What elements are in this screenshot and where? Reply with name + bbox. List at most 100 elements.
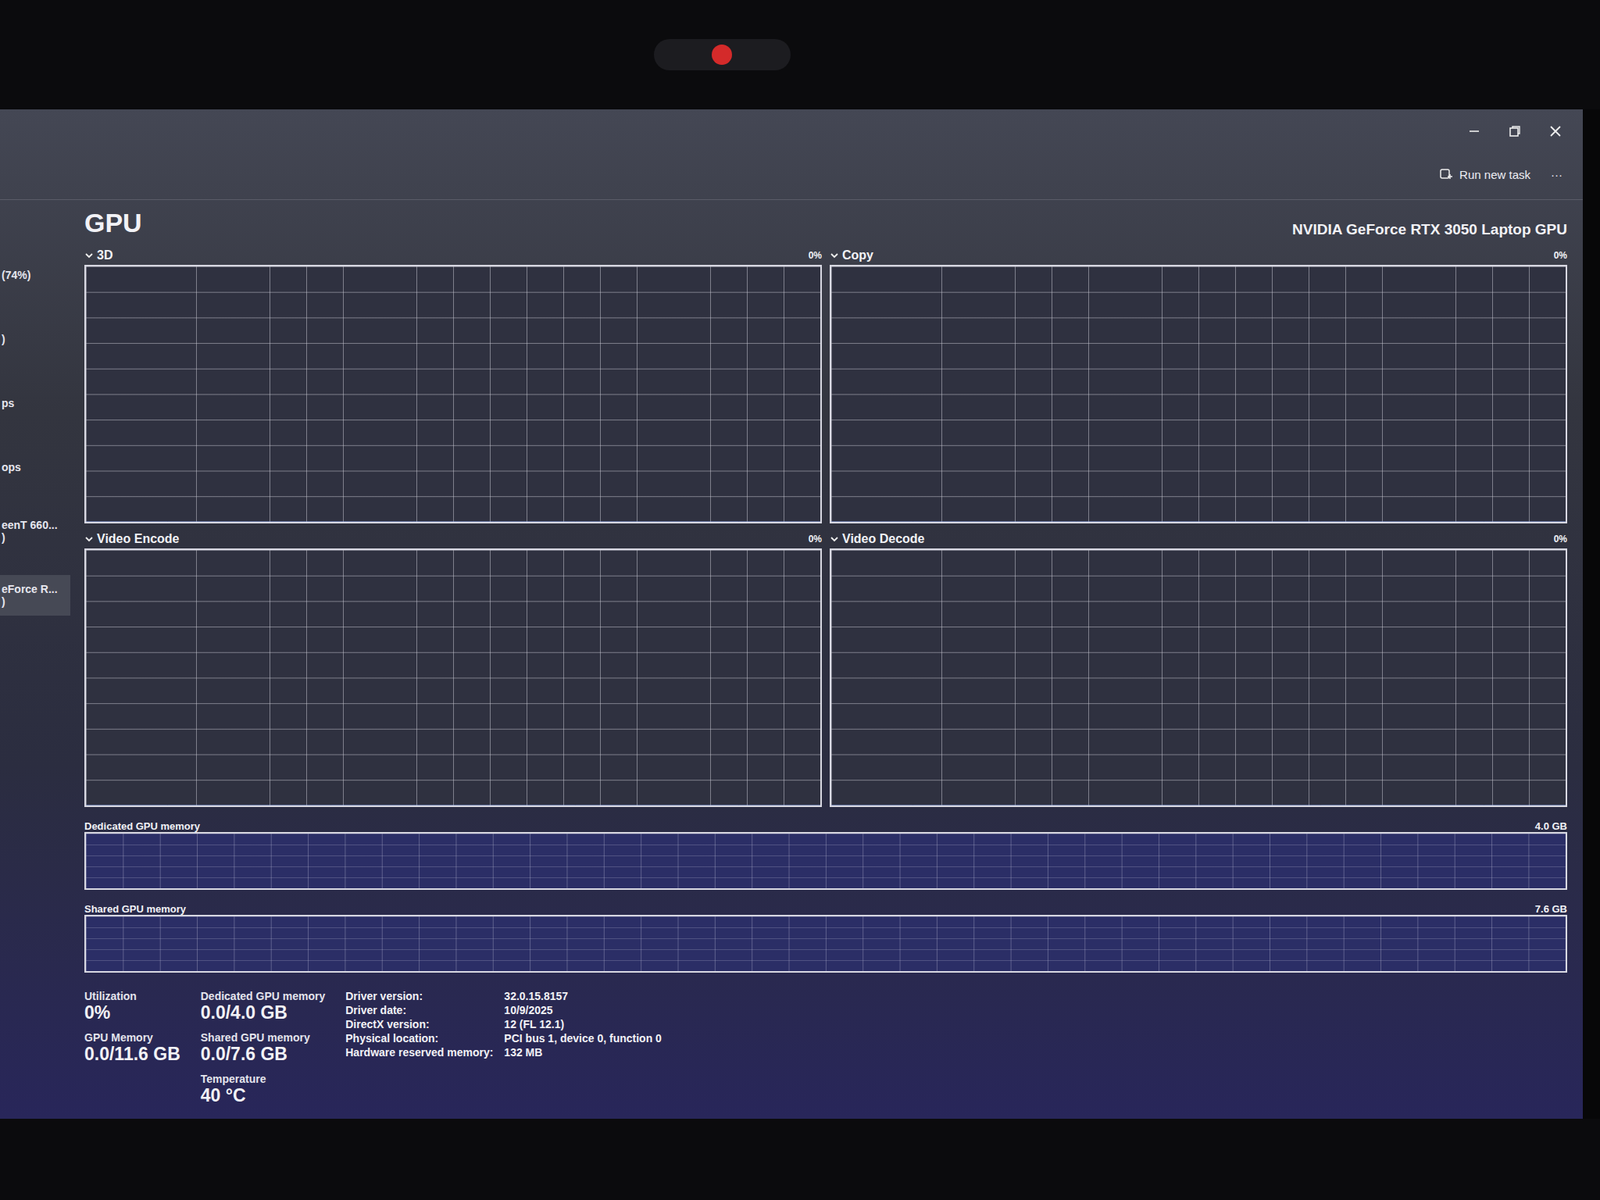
graph-line <box>831 521 1566 523</box>
sidebar-item-text: (74%) <box>1 268 68 282</box>
graph-label[interactable]: 3D <box>84 248 113 263</box>
graph: Video Encode 0% <box>84 529 822 808</box>
sidebar-item-text: ) <box>1 595 68 608</box>
stat-column: Utilization0% GPU Memory0.0/11.6 GB <box>84 989 181 1107</box>
graph-plot <box>829 548 1568 808</box>
sidebar-item[interactable]: ) <box>0 318 71 360</box>
graph-header: Copy 0% <box>829 246 1568 265</box>
device-name: NVIDIA GeForce RTX 3050 Laptop GPU <box>1292 221 1568 239</box>
graph-reading: 0% <box>1553 533 1568 545</box>
sidebar-item-text: ) <box>1 531 68 544</box>
graph-label[interactable]: Video Encode <box>84 532 180 547</box>
sidebar-item-text: ops <box>1 460 68 474</box>
graph-reading: 0% <box>808 533 822 545</box>
sidebar-item-text: eenT 660... <box>1 518 68 532</box>
detail-value: 32.0.15.8157 <box>503 989 662 1003</box>
graph-plot <box>84 548 822 808</box>
body: (74%))psopseenT 660...)eForce R...)GPUNV… <box>0 200 1583 1119</box>
memory-bar <box>84 832 1568 890</box>
graph: Copy 0% <box>829 246 1568 524</box>
graph-line-chart <box>831 550 1566 806</box>
chevron-icon[interactable] <box>829 534 840 544</box>
sidebar-item[interactable]: (74%) <box>0 254 71 296</box>
detail-label: Driver date: <box>345 1003 493 1017</box>
sidebar-item[interactable]: eForce R...) <box>0 575 71 616</box>
chevron-icon[interactable] <box>84 250 94 261</box>
stat-label: GPU Memory <box>84 1031 181 1044</box>
detail-value: 132 MB <box>503 1046 662 1059</box>
stat-label: Shared GPU memory <box>200 1031 326 1044</box>
stat-value: 0.0/7.6 GB <box>200 1043 326 1065</box>
graph-line-chart <box>85 266 821 522</box>
sidebar-item-text: ) <box>1 332 68 346</box>
page-header: GPU NVIDIA GeForce RTX 3050 Laptop GPU <box>84 207 1568 239</box>
graph-line <box>85 805 821 807</box>
stat: Dedicated GPU memory0.0/4.0 GB <box>200 989 326 1024</box>
sidebar-item[interactable]: ps <box>0 382 71 424</box>
stat-value: 40 °C <box>200 1085 326 1107</box>
graph-grid: 3D 0% Copy 0% Video Encode 0% Video Decode 0% <box>84 246 1568 808</box>
details: Driver version: 32.0.15.8157 Driver date: 1… <box>345 989 662 1107</box>
memory-max: 4.0 GB <box>1535 820 1568 833</box>
webcam <box>653 39 791 71</box>
page-title: GPU <box>84 207 143 239</box>
graph-reading: 0% <box>808 250 822 261</box>
laptop: Run new task···(74%))psopseenT 660...)eF… <box>0 0 1600 1200</box>
title-bar <box>0 109 1583 154</box>
run-task-icon <box>1439 167 1454 183</box>
detail-label: Driver version: <box>345 989 493 1003</box>
graph: Video Decode 0% <box>829 529 1568 808</box>
stat-label: Dedicated GPU memory <box>200 989 326 1003</box>
memory-section: Dedicated GPU memory4.0 GB <box>84 814 1568 890</box>
graph-plot <box>829 264 1568 524</box>
graph-header: Video Encode 0% <box>84 529 822 549</box>
run-new-task-button[interactable]: Run new task <box>1439 167 1531 183</box>
chevron-icon[interactable] <box>84 534 94 544</box>
memory-header: Dedicated GPU memory4.0 GB <box>84 814 1568 833</box>
stat-label: Temperature <box>200 1072 326 1086</box>
detail-label: DirectX version: <box>345 1017 493 1031</box>
detail-value: 12 (FL 12.1) <box>503 1017 662 1031</box>
close-icon[interactable] <box>1548 124 1563 139</box>
detail-label: Hardware reserved memory: <box>345 1046 493 1059</box>
detail-label: Physical location: <box>345 1032 493 1045</box>
graph-label[interactable]: Video Decode <box>829 532 925 547</box>
detail-value: 10/9/2025 <box>503 1003 662 1017</box>
graph-line <box>85 521 821 523</box>
graph-line-chart <box>831 266 1566 522</box>
top-bezel <box>0 0 1600 110</box>
graph: 3D 0% <box>84 246 822 524</box>
task-manager-window: Run new task···(74%))psopseenT 660...)eF… <box>0 109 1583 1119</box>
graph-reading: 0% <box>1553 250 1568 261</box>
gpu-page: GPU NVIDIA GeForce RTX 3050 Laptop GPU 3D 0… <box>70 200 1583 1119</box>
graph-header: Video Decode 0% <box>829 529 1568 549</box>
memory-header: Shared GPU memory 7.6 GB <box>84 897 1568 915</box>
stat: GPU Memory0.0/11.6 GB <box>84 1031 181 1065</box>
stat-column: Dedicated GPU memory0.0/4.0 GB Shared GPU… <box>200 989 326 1107</box>
memory-bar <box>84 914 1568 973</box>
stat-label: Utilization <box>84 989 181 1003</box>
graph-header: 3D 0% <box>84 246 822 265</box>
stat: Temperature40 °C <box>200 1072 326 1107</box>
stat: Shared GPU memory0.0/7.6 GB <box>200 1031 326 1065</box>
stat: Utilization0% <box>84 989 181 1024</box>
sidebar-item-text: ps <box>1 396 68 410</box>
graph-plot <box>84 264 822 524</box>
more-button[interactable]: ··· <box>1550 167 1563 182</box>
memory-max: 7.6 GB <box>1535 903 1568 915</box>
sidebar-item[interactable]: ops <box>0 446 71 488</box>
graph-line <box>831 805 1566 807</box>
sidebar-item-text: eForce R... <box>1 582 68 596</box>
chevron-icon[interactable] <box>829 250 840 261</box>
stat-value: 0.0/4.0 GB <box>200 1002 326 1024</box>
graph-label[interactable]: Copy <box>829 248 874 263</box>
command-bar: Run new task ··· <box>0 153 1583 200</box>
stat-value: 0.0/11.6 GB <box>84 1043 181 1065</box>
stat-value: 0% <box>84 1002 181 1024</box>
memory-section: Shared GPU memory 7.6 GB <box>84 897 1568 973</box>
sidebar: (74%))psopseenT 660...)eForce R...) <box>0 200 71 1119</box>
memory-label: Shared GPU memory <box>84 903 186 915</box>
sidebar-item[interactable]: eenT 660...) <box>0 510 71 552</box>
restore-icon[interactable] <box>1507 124 1522 139</box>
minimize-icon[interactable] <box>1467 124 1482 139</box>
